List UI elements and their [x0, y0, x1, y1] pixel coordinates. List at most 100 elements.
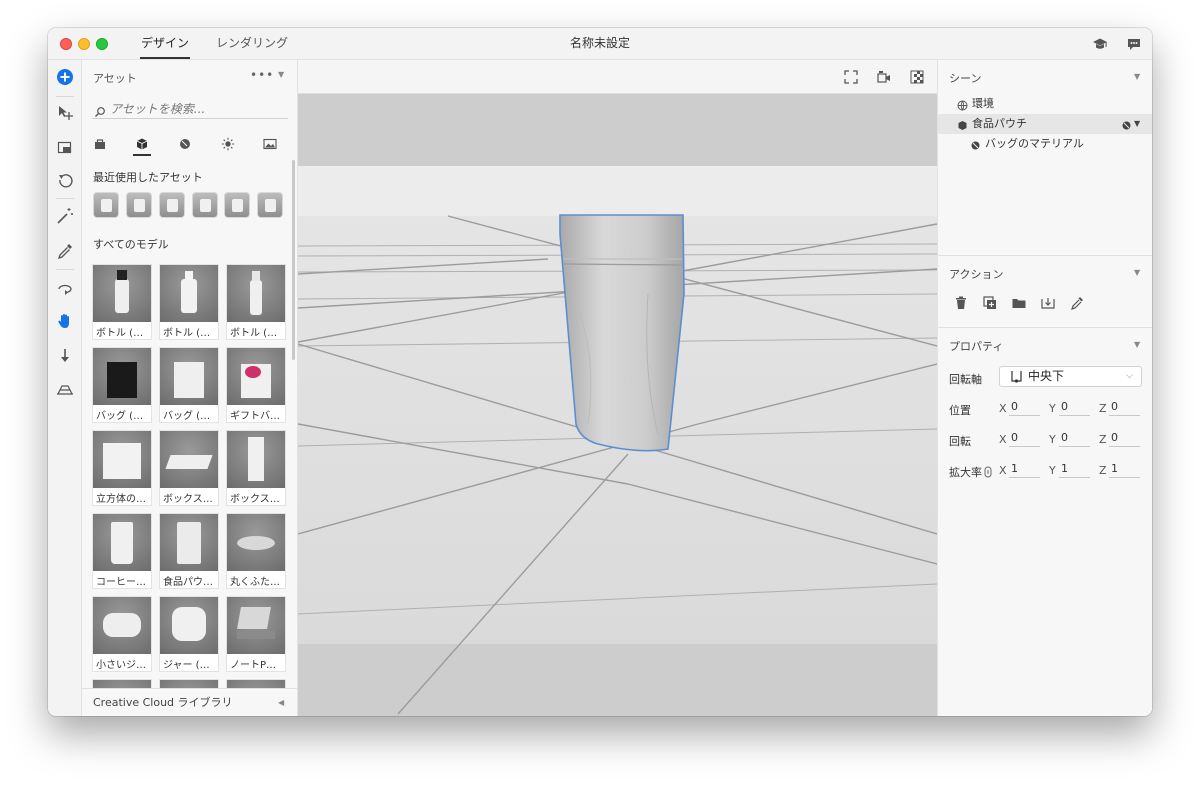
position-y-field[interactable]: 0: [1059, 400, 1090, 416]
model-tile[interactable]: 立方体の…: [92, 430, 152, 506]
horizon-icon[interactable]: [55, 380, 75, 400]
scale-icon[interactable]: [55, 137, 75, 157]
material-icon[interactable]: [1121, 118, 1132, 130]
images-icon[interactable]: [263, 136, 277, 150]
drop-icon[interactable]: [1040, 295, 1056, 311]
creative-cloud-libraries[interactable]: Creative Cloud ライブラリ ◀: [82, 688, 297, 716]
model-icon: [957, 118, 968, 130]
model-tile[interactable]: バッグ (…: [92, 347, 152, 423]
position-z-field[interactable]: 0: [1109, 400, 1140, 416]
assets-panel: アセット ••• ▼ アセットを検索... 最近使用したアセット すべてのモデル…: [82, 60, 298, 716]
minimize-window-button[interactable]: [78, 38, 90, 50]
model-tile[interactable]: ボックス…: [226, 430, 286, 506]
scale-x-field[interactable]: 1: [1009, 462, 1040, 478]
scale-y-field[interactable]: 1: [1059, 462, 1090, 478]
app-window: デザイン レンダリング 名称未設定 アセット ••• ▼ アセットを検索... …: [48, 28, 1152, 716]
tab-render[interactable]: レンダリング: [214, 28, 290, 59]
more-options-icon[interactable]: •••: [250, 68, 274, 82]
title-bar: デザイン レンダリング 名称未設定: [48, 28, 1152, 60]
model-tile[interactable]: ジャー (…: [159, 596, 219, 672]
rotate-icon[interactable]: [55, 171, 75, 191]
chevron-down-icon[interactable]: ▼: [1134, 114, 1140, 134]
3d-canvas[interactable]: [298, 94, 937, 716]
pivot-dropdown[interactable]: 中央下 ⌵: [999, 366, 1142, 387]
materials-icon[interactable]: [93, 136, 107, 150]
learn-icon[interactable]: [1092, 36, 1108, 52]
scale-z-field[interactable]: 1: [1109, 462, 1140, 478]
tab-design[interactable]: デザイン: [140, 28, 190, 59]
viewport: [298, 60, 937, 716]
materials-sphere-icon[interactable]: [178, 136, 192, 150]
scene-item-environment[interactable]: 環境: [938, 94, 1152, 114]
chevron-down-icon[interactable]: ▼: [278, 70, 284, 79]
pivot-label: 回転軸: [949, 373, 982, 386]
actions-title: アクション: [949, 268, 1004, 281]
scene-item-food-pouch[interactable]: 食品パウチ ▼: [938, 114, 1152, 134]
pan-hand-icon[interactable]: [55, 311, 75, 331]
recent-asset[interactable]: [257, 192, 283, 218]
model-tile[interactable]: 丸くふた…: [226, 513, 286, 589]
all-models-label: すべてのモデル: [93, 238, 169, 251]
orbit-icon[interactable]: [55, 277, 75, 297]
recent-asset[interactable]: [192, 192, 218, 218]
model-tile[interactable]: ギフトバ…: [226, 347, 286, 423]
models-icon[interactable]: [135, 136, 149, 150]
chevron-down-icon: ⌵: [1126, 371, 1133, 381]
search-icon: [94, 103, 106, 117]
document-title: 名称未設定: [569, 36, 630, 50]
eyedropper-icon[interactable]: [55, 241, 75, 261]
rotation-y-field[interactable]: 0: [1059, 431, 1090, 447]
model-tile[interactable]: ノートP…: [226, 596, 286, 672]
chevron-left-icon[interactable]: ◀: [278, 689, 284, 716]
magic-wand-icon[interactable]: [55, 206, 75, 226]
position-x-field[interactable]: 0: [1009, 400, 1040, 416]
add-icon[interactable]: [55, 67, 75, 87]
render-preview-icon[interactable]: [909, 69, 925, 85]
chevron-down-icon[interactable]: ▼: [1134, 268, 1140, 277]
recent-asset[interactable]: [93, 192, 119, 218]
lights-icon[interactable]: [221, 136, 235, 151]
material-icon: [970, 138, 981, 150]
close-window-button[interactable]: [60, 38, 72, 50]
delete-icon[interactable]: [953, 295, 969, 311]
model-tile[interactable]: バッグ (…: [159, 347, 219, 423]
frame-icon[interactable]: [843, 69, 859, 85]
camera-icon[interactable]: [876, 69, 892, 85]
assets-title: アセット: [93, 72, 137, 85]
rotation-label: 回転: [949, 435, 971, 448]
scene-item-bag-material[interactable]: バッグのマテリアル: [938, 134, 1152, 154]
properties-title: プロパティ: [949, 340, 1004, 353]
chevron-down-icon[interactable]: ▼: [1134, 340, 1140, 349]
model-tile[interactable]: ボトル (…: [226, 264, 286, 340]
scale-label: 拡大率: [949, 466, 982, 479]
model-tile[interactable]: ボックス…: [159, 430, 219, 506]
viewport-toolbar: [298, 60, 937, 94]
assets-scrollbar[interactable]: [292, 160, 295, 360]
pivot-bottom-center-icon: [1010, 370, 1023, 383]
recent-asset[interactable]: [224, 192, 250, 218]
move-icon[interactable]: [55, 103, 75, 123]
recent-asset[interactable]: [159, 192, 185, 218]
model-tile[interactable]: ボトル (…: [159, 264, 219, 340]
scene-title: シーン: [949, 72, 982, 85]
asset-search-input[interactable]: アセットを検索...: [92, 101, 288, 119]
drop-to-ground-icon[interactable]: [55, 346, 75, 366]
link-icon[interactable]: [984, 463, 992, 478]
position-label: 位置: [949, 404, 971, 417]
model-tile[interactable]: 小さいジ…: [92, 596, 152, 672]
eyedropper-icon[interactable]: [1069, 295, 1085, 311]
chevron-down-icon[interactable]: ▼: [1134, 72, 1140, 81]
model-tile[interactable]: コーヒー…: [92, 513, 152, 589]
group-icon[interactable]: [1011, 295, 1027, 311]
recent-asset[interactable]: [126, 192, 152, 218]
rotation-z-field[interactable]: 0: [1109, 431, 1140, 447]
duplicate-icon[interactable]: [982, 295, 998, 311]
zoom-window-button[interactable]: [96, 38, 108, 50]
globe-icon: [957, 98, 968, 111]
recent-assets-label: 最近使用したアセット: [93, 171, 203, 184]
feedback-icon[interactable]: [1126, 36, 1142, 52]
rotation-x-field[interactable]: 0: [1009, 431, 1040, 447]
model-tile[interactable]: ボトル (…: [92, 264, 152, 340]
model-tile[interactable]: 食品パウ…: [159, 513, 219, 589]
tool-bar: [48, 60, 82, 716]
